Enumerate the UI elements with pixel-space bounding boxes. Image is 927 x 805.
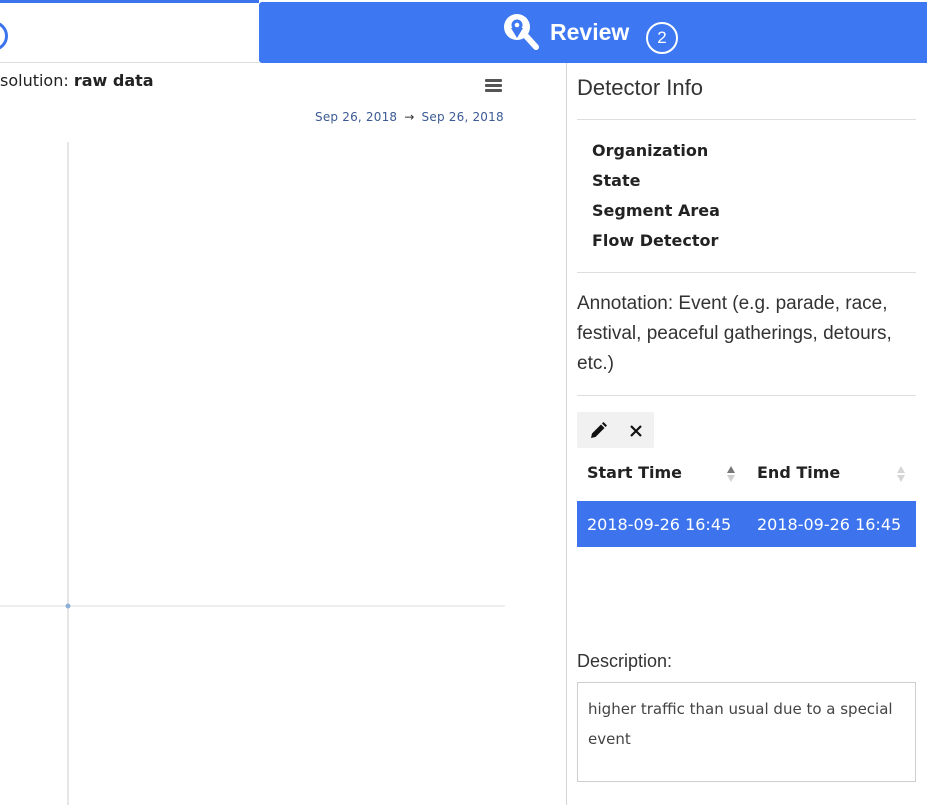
detector-info-title: Detector Info [577, 75, 703, 100]
close-icon[interactable] [625, 420, 647, 442]
step-label: Review [550, 19, 630, 45]
detector-info-list: Organization State Segment Area Flow Det… [592, 140, 720, 260]
step-number-badge: 2 [646, 22, 678, 54]
cell-end-time: 2018-09-26 16:45 [757, 515, 902, 534]
resolution-label: solution: raw data [0, 71, 154, 90]
panel-divider [566, 63, 567, 805]
range-end: Sep 26, 2018 [421, 110, 504, 124]
date-range: Sep 26, 2018 → Sep 26, 2018 [315, 110, 504, 124]
range-arrow: → [404, 110, 415, 124]
field-flow-detector: Flow Detector [592, 231, 719, 250]
range-start: Sep 26, 2018 [315, 110, 398, 124]
step-number-circle [0, 21, 8, 51]
description-field[interactable]: higher traffic than usual due to a speci… [577, 682, 916, 782]
column-header-start-time[interactable]: Start Time [587, 463, 682, 482]
step-tab-review[interactable]: Review 2 [259, 2, 927, 63]
chart-plot-area[interactable] [0, 130, 520, 805]
table-toolbar [577, 412, 654, 448]
step-tab-previous[interactable] [0, 0, 259, 63]
search-location-icon [504, 14, 539, 50]
field-state: State [592, 171, 641, 190]
cell-start-time: 2018-09-26 16:45 [587, 515, 732, 534]
sort-icon[interactable] [896, 465, 906, 483]
column-header-end-time[interactable]: End Time [757, 463, 840, 482]
table-row[interactable]: 2018-09-26 16:45 2018-09-26 16:45 [577, 501, 916, 547]
divider [577, 395, 916, 396]
field-segment-area: Segment Area [592, 201, 720, 220]
description-label: Description: [577, 651, 673, 671]
resolution-value: raw data [73, 71, 154, 90]
field-organization: Organization [592, 141, 709, 160]
chart-menu-icon[interactable] [485, 79, 502, 93]
divider [577, 272, 916, 273]
data-point[interactable] [65, 603, 71, 609]
annotation-type: Annotation: Event (e.g. parade, race, fe… [577, 293, 892, 374]
pencil-icon[interactable] [587, 420, 609, 442]
divider [577, 119, 916, 120]
sort-icon[interactable] [726, 465, 736, 483]
